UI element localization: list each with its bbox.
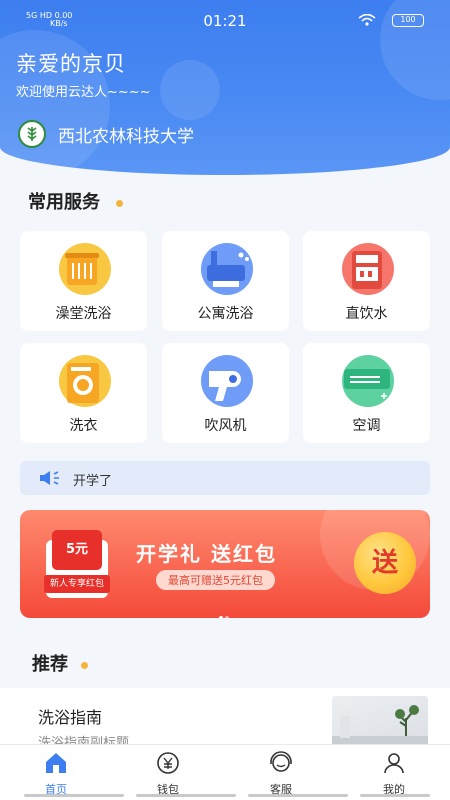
notice-text: 开学了: [73, 474, 113, 489]
gesture-bar: [0, 794, 450, 798]
school-logo-icon: [18, 120, 46, 148]
carousel-indicator: [218, 605, 230, 618]
service-apartment-shower[interactable]: 公寓洗浴: [162, 231, 289, 331]
title-dot: [81, 662, 88, 669]
service-label: 洗衣: [69, 418, 98, 434]
clock: 01:21: [203, 12, 247, 30]
service-label: 澡堂洗浴: [55, 306, 112, 322]
customer-service-icon: [270, 751, 292, 772]
tab-home[interactable]: 首页: [16, 751, 96, 797]
tab-profile[interactable]: 我的: [354, 751, 434, 797]
service-label: 直饮水: [345, 306, 388, 322]
service-label: 公寓洗浴: [197, 306, 254, 322]
speaker-icon: [40, 471, 59, 485]
bathhouse-shower-icon: [59, 243, 111, 295]
send-button[interactable]: 送: [354, 532, 416, 594]
battery-icon: 100: [392, 14, 424, 27]
profile-icon: [384, 753, 404, 774]
status-bar: 5G HD 0.00 KB/s 01:21 100: [0, 8, 450, 32]
service-laundry[interactable]: 洗衣: [20, 343, 147, 443]
service-drinking-water[interactable]: 直饮水: [303, 231, 430, 331]
recommend-item-title: 洗浴指南: [38, 708, 103, 727]
greeting: 亲爱的京贝: [16, 52, 126, 76]
service-label: 空调: [352, 418, 381, 434]
service-air-conditioner[interactable]: 空调: [303, 343, 430, 443]
red-envelope-icon: 5元: [52, 530, 102, 570]
wallet-icon: [157, 752, 179, 774]
notice-bar[interactable]: 开学了: [20, 461, 430, 495]
recommend-title: 推荐: [32, 654, 68, 675]
tab-wallet[interactable]: 钱包: [128, 751, 208, 797]
welcome-text: 欢迎使用云达人~~~~: [16, 85, 151, 100]
wifi-icon: [358, 14, 376, 26]
new-user-tag: 新人专享红包: [44, 575, 110, 593]
header: 5G HD 0.00 KB/s 01:21 100 亲爱的京贝 欢迎使用云达人~…: [0, 0, 450, 175]
promo-banner[interactable]: 5元 新人专享红包 开学礼 送红包 最高可赠送5元红包 送: [20, 510, 430, 618]
bg-bubble: [160, 60, 220, 120]
school-selector[interactable]: 西北农林科技大学: [18, 120, 194, 148]
title-dot: [116, 200, 123, 207]
banner-title: 开学礼 送红包: [136, 542, 277, 566]
hair-dryer-icon: [201, 355, 253, 407]
banner-subtitle: 最高可赠送5元红包: [156, 570, 275, 590]
school-name: 西北农林科技大学: [58, 126, 194, 147]
washing-machine-icon: [59, 355, 111, 407]
tab-bar: 首页 钱包 客服 我的: [0, 744, 450, 800]
tab-customer-service[interactable]: 客服: [241, 751, 321, 797]
service-hair-dryer[interactable]: 吹风机: [162, 343, 289, 443]
service-bathhouse[interactable]: 澡堂洗浴: [20, 231, 147, 331]
apartment-shower-icon: [201, 243, 253, 295]
air-conditioner-icon: [342, 355, 394, 407]
services-title: 常用服务: [28, 192, 100, 213]
water-dispenser-icon: [342, 243, 394, 295]
service-label: 吹风机: [204, 418, 247, 434]
home-icon: [46, 753, 66, 773]
